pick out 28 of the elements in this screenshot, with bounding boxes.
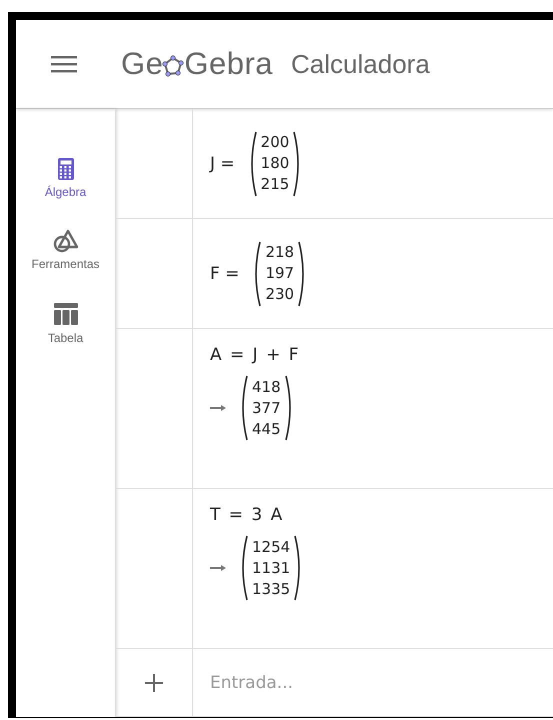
- plus-icon[interactable]: [145, 674, 163, 692]
- geogebra-logo: Ge Gebra: [121, 46, 274, 82]
- vector-entry: 197: [265, 263, 294, 284]
- circle-triangle-icon: [52, 229, 78, 253]
- calculator-icon: [56, 157, 74, 181]
- formula: T = 3 A: [210, 505, 284, 525]
- vector-entry: 418: [252, 376, 281, 398]
- table-icon: [52, 301, 80, 327]
- app-title: Calculadora: [291, 48, 430, 80]
- vector-entry: 1254: [252, 536, 290, 558]
- vector-entry: 180: [260, 153, 290, 174]
- vector-entry: 200: [260, 132, 290, 153]
- sidebar-tab[interactable]: Álgebra: [44, 157, 86, 199]
- vector-entry: 445: [252, 418, 281, 440]
- vector-entry: 377: [252, 398, 281, 418]
- sidebar-tab[interactable]: Ferramentas: [31, 229, 100, 271]
- vector-entry: 1131: [252, 558, 290, 578]
- arrow-icon: [210, 405, 226, 411]
- formula: A = J + F: [210, 345, 300, 365]
- menu-icon[interactable]: [51, 55, 77, 73]
- arrow-icon: [210, 565, 226, 571]
- vector-entry: 1335: [252, 578, 290, 600]
- equation-label: J =: [210, 154, 235, 174]
- equation-label: F =: [210, 264, 240, 284]
- sidebar-tab[interactable]: Tabela: [48, 301, 84, 345]
- vector-entry: 215: [260, 174, 290, 195]
- vector-entry: 218: [265, 242, 294, 263]
- vector-entry: 230: [265, 284, 294, 305]
